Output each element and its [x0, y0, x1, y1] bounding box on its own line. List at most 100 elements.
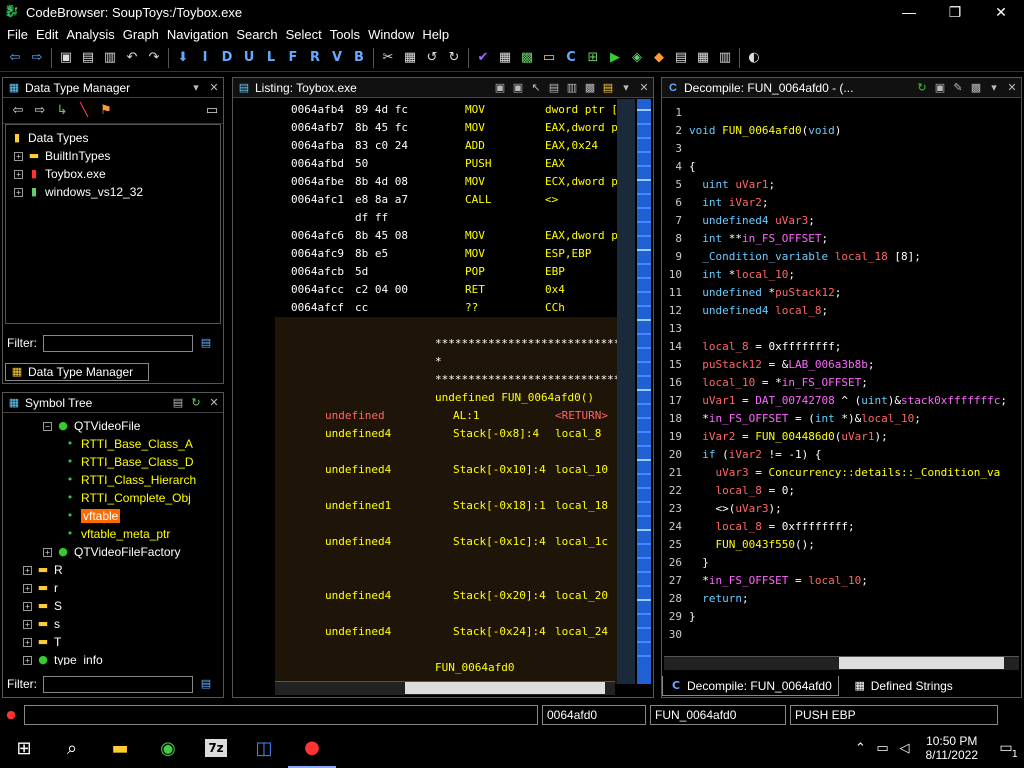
back-arrow-icon[interactable]: ⇦ [4, 47, 26, 69]
expand-icon[interactable]: + [23, 601, 32, 611]
decompile-line[interactable]: 14 local_8 = 0xffffffff; [664, 338, 1009, 356]
decompile-line[interactable]: 15 puStack12 = &LAB_006a3b8b; [664, 356, 1009, 374]
dtm-tab[interactable]: ▦ Data Type Manager [5, 363, 149, 381]
dtm-arrow-icon[interactable]: ↳ [51, 100, 73, 122]
decompile-line[interactable]: 12 undefined4 local_8; [664, 302, 1009, 320]
decompile-snapshot-icon[interactable]: ▩ [967, 79, 985, 97]
listing-menu-icon[interactable]: ▾ [617, 79, 635, 97]
expand-icon[interactable]: + [14, 151, 23, 161]
cut-tool-icon[interactable]: ✂ [377, 47, 399, 69]
notification-icon[interactable]: ▭ 1 [988, 728, 1024, 768]
tab-decompile[interactable]: C Decompile: FUN_0064afd0 [662, 676, 839, 696]
symtree-item[interactable]: + ▬ R [23, 561, 223, 579]
close-button[interactable]: ✕ [978, 0, 1024, 24]
decompile-line[interactable]: 10 int *local_10; [664, 266, 1009, 284]
memory-icon[interactable]: ◆ [648, 47, 670, 69]
ghidra-taskbar-icon[interactable]: ● [288, 728, 336, 768]
clipboard-icon[interactable]: ▥ [99, 47, 121, 69]
listing-field-icon[interactable]: ▤ [545, 79, 563, 97]
undo-icon[interactable]: ↶ [121, 47, 143, 69]
decompile-menu-icon[interactable]: ▾ [985, 79, 1003, 97]
symtree-item[interactable]: + ● QTVideoFileFactory [23, 543, 223, 561]
menu-navigation[interactable]: Navigation [163, 27, 232, 42]
d-icon[interactable]: D [216, 47, 238, 69]
undo-tool-icon[interactable]: ↺ [421, 47, 443, 69]
symtree-item[interactable]: • vftable [23, 507, 223, 525]
listing-hscrollbar[interactable] [275, 681, 615, 695]
symtree-item[interactable]: + ▬ r [23, 579, 223, 597]
volume-icon[interactable]: ◁ [894, 728, 916, 768]
expand-icon[interactable]: + [14, 187, 23, 197]
dtm-menu-icon[interactable]: ▾ [187, 79, 205, 97]
dtm-forward-icon[interactable]: ⇨ [29, 100, 51, 122]
listing-diff-icon[interactable]: ▥ [563, 79, 581, 97]
decompile-line[interactable]: 18 *in_FS_OFFSET = (int *)&local_10; [664, 410, 1009, 428]
expand-icon[interactable]: + [23, 565, 32, 575]
dtm-collapse-icon[interactable]: ▭ [201, 100, 223, 122]
paste-tool-icon[interactable]: ▦ [399, 47, 421, 69]
decompile-hscrollbar[interactable] [664, 656, 1019, 670]
v-icon[interactable]: V [326, 47, 348, 69]
r-icon[interactable]: R [304, 47, 326, 69]
u-icon[interactable]: U [238, 47, 260, 69]
tree-node-data-types[interactable]: ▮ Data Types [10, 129, 220, 147]
edit-icon[interactable]: ▤ [670, 47, 692, 69]
decompile-line[interactable]: 19 iVar2 = FUN_004486d0(uVar1); [664, 428, 1009, 446]
play-icon[interactable]: ▶ [604, 47, 626, 69]
expand-icon[interactable]: + [23, 637, 32, 647]
settings-icon[interactable]: ▥ [714, 47, 736, 69]
symtree-item[interactable]: • RTTI_Complete_Obj [23, 489, 223, 507]
code-icon[interactable]: ▦ [494, 47, 516, 69]
b-icon[interactable]: B [348, 47, 370, 69]
expand-icon[interactable]: − [43, 421, 52, 431]
symtree-item[interactable]: + ▬ S [23, 597, 223, 615]
symtree-filter-input[interactable] [43, 675, 193, 693]
function-signature[interactable]: undefined FUN_0064afd0() [435, 389, 594, 407]
symtree-refresh-icon[interactable]: ↻ [187, 394, 205, 412]
listing-config-icon[interactable]: ▤ [599, 79, 617, 97]
symtree-item[interactable]: • RTTI_Base_Class_A [23, 435, 223, 453]
decompile-line[interactable]: 13 [664, 320, 1009, 338]
decompile-line[interactable]: 29} [664, 608, 1009, 626]
nav-down-icon[interactable]: ⬇ [172, 47, 194, 69]
menu-help[interactable]: Help [418, 27, 453, 42]
decompile-line[interactable]: 6 int iVar2; [664, 194, 1009, 212]
listing-copy-icon[interactable]: ▣ [491, 79, 509, 97]
decompile-line[interactable]: 5 uint uVar1; [664, 176, 1009, 194]
symtree-create-icon[interactable]: ▤ [169, 394, 187, 412]
cube-icon[interactable]: ◈ [626, 47, 648, 69]
network-icon[interactable]: ▭ [872, 728, 894, 768]
search-icon[interactable]: ⌕ [48, 728, 96, 768]
decompile-line[interactable]: 20 if (iVar2 != -1) { [664, 446, 1009, 464]
expand-icon[interactable]: + [23, 583, 32, 593]
dtm-filter-icon[interactable]: ╲ [73, 100, 95, 122]
symtree-item[interactable]: + ● type_info [23, 651, 223, 665]
decompile-copy-icon[interactable]: ▣ [931, 79, 949, 97]
symtree-item[interactable]: + ▬ s [23, 615, 223, 633]
menu-tools[interactable]: Tools [326, 27, 364, 42]
decompile-line[interactable]: 22 local_8 = 0; [664, 482, 1009, 500]
chevron-up-icon[interactable]: ⌃ [850, 728, 872, 768]
expand-icon[interactable]: + [14, 169, 23, 179]
listing-snapshot-icon[interactable]: ▩ [581, 79, 599, 97]
i-icon[interactable]: I [194, 47, 216, 69]
tab-defined-strings[interactable]: ▦ Defined Strings [847, 676, 959, 696]
decompile-line[interactable]: 8 int **in_FS_OFFSET; [664, 230, 1009, 248]
menu-analysis[interactable]: Analysis [62, 27, 118, 42]
menu-select[interactable]: Select [282, 27, 326, 42]
table-icon[interactable]: ▦ [692, 47, 714, 69]
decompile-line[interactable]: 23 <>(uVar3); [664, 500, 1009, 518]
filter-options-icon[interactable]: ▤ [199, 336, 213, 350]
forward-arrow-icon[interactable]: ⇨ [26, 47, 48, 69]
paste-icon[interactable]: ▤ [77, 47, 99, 69]
tree-node-toybox[interactable]: + ▮ Toybox.exe [10, 165, 220, 183]
maximize-button[interactable]: ❐ [932, 0, 978, 24]
f-icon[interactable]: F [282, 47, 304, 69]
decompile-line[interactable]: 7 undefined4 uVar3; [664, 212, 1009, 230]
check-icon[interactable]: ✔ [472, 47, 494, 69]
dtm-filter-input[interactable] [43, 334, 193, 352]
decompile-line[interactable]: 25 FUN_0043f550(); [664, 536, 1009, 554]
copy-icon[interactable]: ▣ [55, 47, 77, 69]
decompile-edit-icon[interactable]: ✎ [949, 79, 967, 97]
7zip-icon[interactable]: 7z [192, 728, 240, 768]
